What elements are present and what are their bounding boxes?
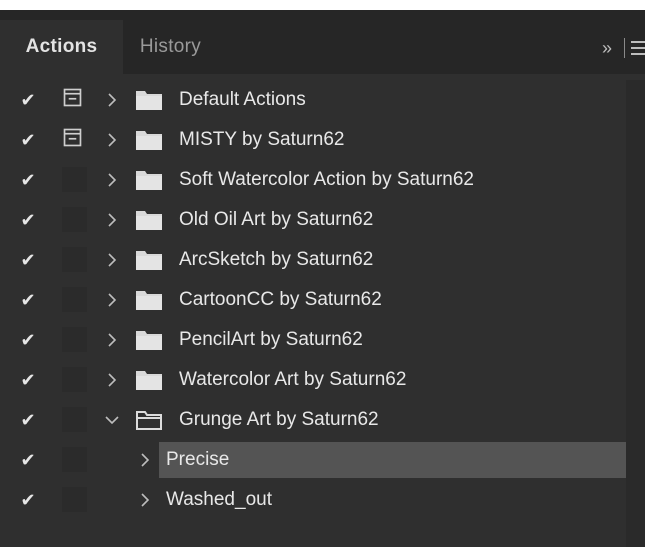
toggle-dialog-box[interactable]: [62, 167, 87, 192]
expand-panel-icon[interactable]: »: [594, 38, 618, 59]
toggle-item-checkmark-icon[interactable]: ✔: [18, 370, 38, 390]
action-label: Washed_out: [166, 489, 272, 510]
folder-icon: [136, 171, 162, 190]
toggle-item-checkmark-icon[interactable]: ✔: [18, 210, 38, 230]
action-row[interactable]: ✔ Washed_out: [0, 480, 626, 520]
chevron-right-icon[interactable]: [102, 170, 122, 190]
disclosure-glyph: [105, 416, 119, 425]
tab-history[interactable]: History: [123, 20, 218, 74]
panel-controls: »: [594, 34, 645, 62]
action-set-label: MISTY by Saturn62: [179, 129, 345, 150]
folder-icon: [136, 371, 162, 390]
toggle-dialog-box[interactable]: [62, 287, 87, 312]
toggle-item-checkmark-icon[interactable]: ✔: [18, 410, 38, 430]
chevron-down-icon[interactable]: [102, 410, 122, 430]
chevron-right-icon[interactable]: [102, 330, 122, 350]
action-set-label: Old Oil Art by Saturn62: [179, 209, 374, 230]
folder-icon: [136, 331, 162, 350]
open-folder-icon: [136, 411, 162, 430]
folder-icon: [136, 91, 162, 110]
chevron-right-icon[interactable]: [135, 450, 155, 470]
panel-menu-icon[interactable]: [631, 41, 645, 55]
action-set-row[interactable]: ✔ Watercolor Art by Saturn62: [0, 360, 626, 400]
actions-panel: Actions History » ✔ Default Actions ✔ MISTY…: [0, 10, 645, 547]
folder-icon: [136, 291, 162, 310]
disclosure-glyph: [141, 453, 150, 467]
tab-actions[interactable]: Actions: [0, 20, 123, 74]
actions-list: ✔ Default Actions ✔ MISTY by Saturn62 ✔ Soft …: [0, 80, 626, 520]
chevron-right-icon[interactable]: [102, 130, 122, 150]
toggle-item-checkmark-icon[interactable]: ✔: [18, 170, 38, 190]
chevron-right-icon[interactable]: [102, 250, 122, 270]
toggle-dialog-box[interactable]: [62, 407, 87, 432]
toggle-dialog-box[interactable]: [62, 87, 87, 112]
toggle-item-checkmark-icon[interactable]: ✔: [18, 290, 38, 310]
disclosure-glyph: [141, 493, 150, 507]
chevron-right-icon[interactable]: [135, 490, 155, 510]
disclosure-glyph: [108, 333, 117, 347]
action-set-row[interactable]: ✔ Default Actions: [0, 80, 626, 120]
action-row[interactable]: ✔ Precise: [0, 440, 626, 480]
action-set-row[interactable]: ✔ CartoonCC by Saturn62: [0, 280, 626, 320]
panel-tab-bar: Actions History »: [0, 10, 645, 74]
toggle-item-checkmark-icon[interactable]: ✔: [18, 330, 38, 350]
toggle-dialog-box[interactable]: [62, 327, 87, 352]
disclosure-glyph: [108, 213, 117, 227]
toggle-item-checkmark-icon[interactable]: ✔: [18, 490, 38, 510]
disclosure-glyph: [108, 293, 117, 307]
action-set-row[interactable]: ✔ MISTY by Saturn62: [0, 120, 626, 160]
dialog-icon: [63, 128, 82, 147]
toggle-item-checkmark-icon[interactable]: ✔: [18, 450, 38, 470]
action-set-row[interactable]: ✔ Old Oil Art by Saturn62: [0, 200, 626, 240]
disclosure-glyph: [108, 253, 117, 267]
action-set-label: CartoonCC by Saturn62: [179, 289, 382, 310]
action-set-row[interactable]: ✔ PencilArt by Saturn62: [0, 320, 626, 360]
folder-icon: [136, 251, 162, 270]
scrollbar-track[interactable]: [626, 80, 645, 547]
chevron-right-icon[interactable]: [102, 290, 122, 310]
folder-icon: [136, 131, 162, 150]
action-set-label: Soft Watercolor Action by Saturn62: [179, 169, 475, 190]
action-set-row[interactable]: ✔ ArcSketch by Saturn62: [0, 240, 626, 280]
action-set-row[interactable]: ✔ Soft Watercolor Action by Saturn62: [0, 160, 626, 200]
chevron-right-icon[interactable]: [102, 210, 122, 230]
toggle-dialog-box[interactable]: [62, 367, 87, 392]
dialog-icon: [63, 88, 82, 107]
action-set-row[interactable]: ✔ Grunge Art by Saturn62: [0, 400, 626, 440]
toggle-dialog-box[interactable]: [62, 487, 87, 512]
action-label: Precise: [166, 449, 230, 470]
action-set-label: PencilArt by Saturn62: [179, 329, 363, 350]
action-set-label: Default Actions: [179, 89, 306, 110]
toggle-dialog-box[interactable]: [62, 207, 87, 232]
toggle-item-checkmark-icon[interactable]: ✔: [18, 250, 38, 270]
chevron-right-icon[interactable]: [102, 370, 122, 390]
action-set-label: Watercolor Art by Saturn62: [179, 369, 407, 390]
action-set-label: ArcSketch by Saturn62: [179, 249, 374, 270]
chevron-right-icon[interactable]: [102, 90, 122, 110]
toggle-dialog-box[interactable]: [62, 127, 87, 152]
toggle-item-checkmark-icon[interactable]: ✔: [18, 130, 38, 150]
folder-icon: [136, 211, 162, 230]
toggle-item-checkmark-icon[interactable]: ✔: [18, 90, 38, 110]
controls-divider: [624, 38, 625, 58]
action-set-label: Grunge Art by Saturn62: [179, 409, 379, 430]
disclosure-glyph: [108, 133, 117, 147]
toggle-dialog-box[interactable]: [62, 247, 87, 272]
disclosure-glyph: [108, 373, 117, 387]
disclosure-glyph: [108, 93, 117, 107]
disclosure-glyph: [108, 173, 117, 187]
toggle-dialog-box[interactable]: [62, 447, 87, 472]
